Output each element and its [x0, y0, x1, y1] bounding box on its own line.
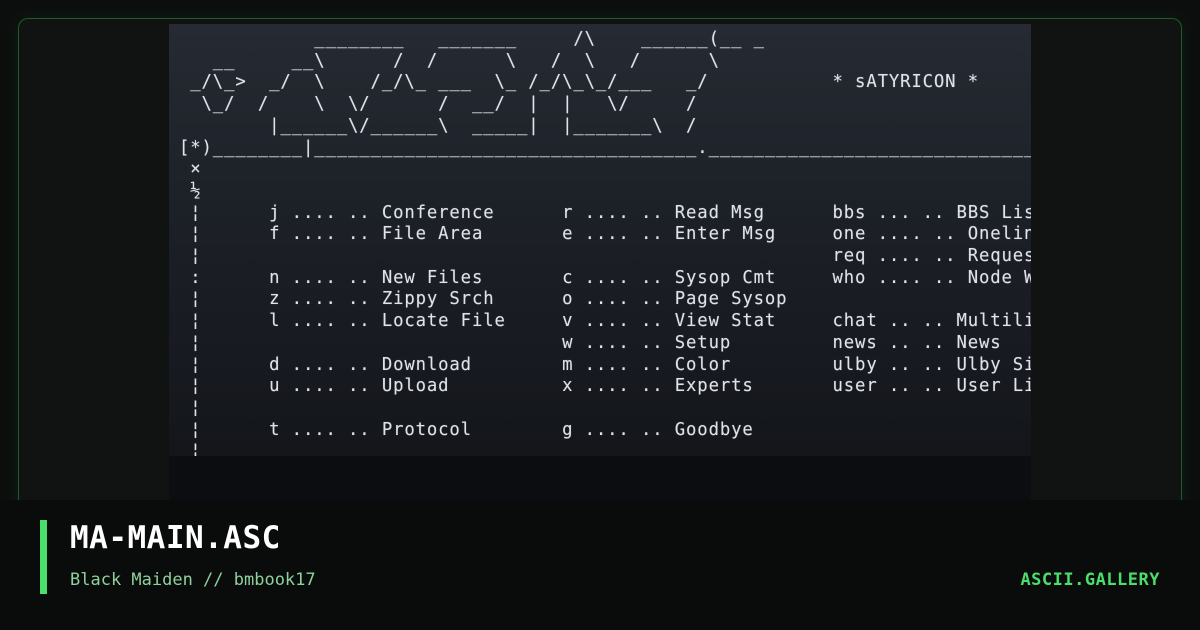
site-brand-link[interactable]: ASCII.GALLERY: [1020, 570, 1160, 590]
artwork-author-subtitle: Black Maiden // bmbook17: [70, 570, 316, 590]
artwork-filename-title: MA-MAIN.ASC: [70, 520, 281, 556]
ascii-artwork-text: ________ _______ /\ ______(__ _ __ __\ /…: [179, 28, 1031, 462]
artwork-bottom-fade: [169, 456, 1031, 500]
ascii-artwork-panel: ________ _______ /\ ______(__ _ __ __\ /…: [169, 24, 1031, 500]
title-accent-bar: [40, 520, 47, 594]
